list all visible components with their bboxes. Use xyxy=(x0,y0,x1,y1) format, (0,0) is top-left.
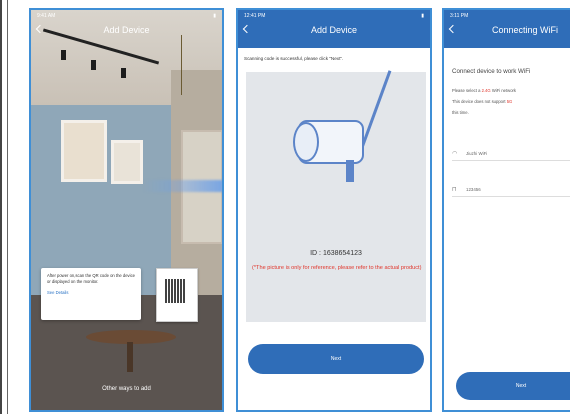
status-time: 3:11 PM xyxy=(450,13,469,19)
wifi-instruction-2: This device does not support 5G xyxy=(452,99,513,104)
battery-icon: ▮ xyxy=(213,13,216,19)
qr-card xyxy=(156,268,198,322)
page-title: Add Device xyxy=(103,25,150,35)
password-field[interactable]: ⊓ 123456 xyxy=(452,182,570,197)
wifi-name-value: Jiuzhi WiFi xyxy=(466,150,488,156)
camera-mount xyxy=(346,160,354,182)
lock-icon: ⊓ xyxy=(452,186,457,193)
qr-code-icon xyxy=(165,279,185,303)
status-time: 12:41 PM xyxy=(244,13,266,19)
phone-screen-connect-wifi: 3:11 PM Connecting WiFi Connect device t… xyxy=(442,8,570,412)
tooltip-text: After power on,scan the QR code on the d… xyxy=(47,273,135,285)
scan-tooltip: After power on,scan the QR code on the d… xyxy=(41,268,141,320)
status-bar: 9:41 AM ▮ xyxy=(31,10,222,22)
frame-border-inner xyxy=(7,0,8,414)
status-bar: 12:41 PM ▮ xyxy=(238,10,430,22)
battery-icon: ▮ xyxy=(421,13,424,19)
see-details-link[interactable]: See Details xyxy=(47,290,135,296)
other-ways-link[interactable]: Other ways to add xyxy=(31,386,222,392)
frame-border-left xyxy=(0,0,2,414)
device-id: ID : 1638654123 xyxy=(310,250,362,257)
room-background xyxy=(31,10,222,410)
page-title: Add Device xyxy=(310,25,358,35)
password-value: 123456 xyxy=(466,186,481,192)
scan-success-message: Scanning code is successful, please clic… xyxy=(244,56,344,61)
camera-lens xyxy=(293,122,319,162)
status-bar: 3:11 PM xyxy=(444,10,570,22)
wifi-name-field[interactable]: ◠ Jiuzhi WiFi xyxy=(452,146,570,161)
wifi-heading: Connect device to work WiFi xyxy=(452,68,531,75)
page-title: Connecting WiFi xyxy=(491,25,559,35)
scan-line xyxy=(143,180,222,192)
next-button[interactable]: Next xyxy=(456,372,570,400)
wifi-instruction-1: Please select a 2.4G WiFi network xyxy=(452,88,517,93)
phone-screen-scan: 9:41 AM ▮ Add Device After power on,scan… xyxy=(29,8,224,412)
next-button[interactable]: Next xyxy=(248,344,424,374)
wifi-instruction-3: this time. xyxy=(452,110,469,115)
reference-warning: (*The picture is only for reference, ple… xyxy=(252,265,422,271)
status-time: 9:41 AM xyxy=(37,13,56,19)
phone-screen-add-device: 12:41 PM ▮ Add Device Scanning code is s… xyxy=(236,8,432,412)
device-preview xyxy=(246,72,426,322)
wifi-icon: ◠ xyxy=(452,150,458,157)
